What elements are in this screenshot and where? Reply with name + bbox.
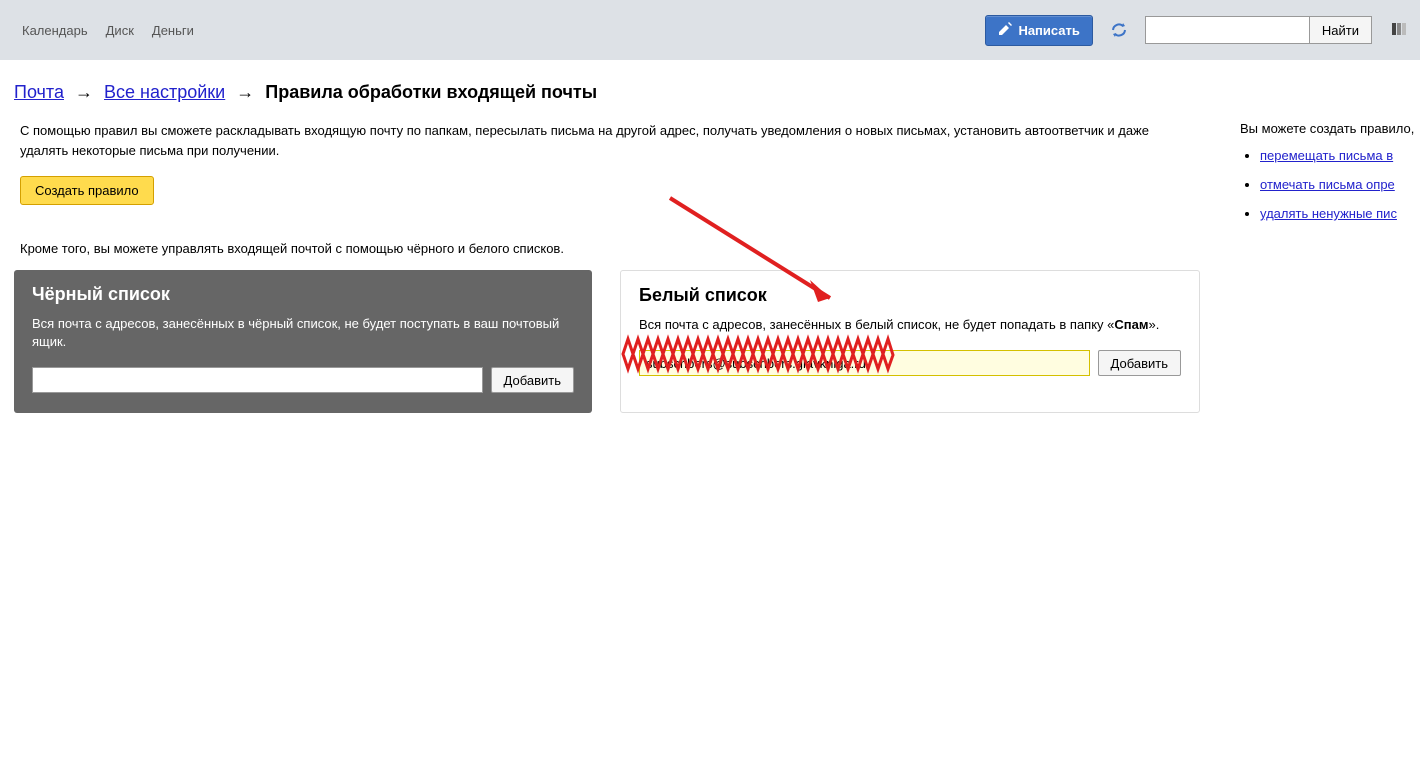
create-rule-button[interactable]: Создать правило [20, 176, 154, 205]
top-bar: Календарь Диск Деньги Написать Найти [0, 0, 1420, 60]
whitelist-input[interactable] [639, 350, 1090, 376]
breadcrumb: Почта → Все настройки → Правила обработк… [14, 82, 1420, 103]
blacklist-panel: Чёрный список Вся почта с адресов, занес… [14, 270, 592, 413]
refresh-button[interactable] [1105, 16, 1133, 44]
compose-button[interactable]: Написать [985, 15, 1092, 46]
refresh-icon [1110, 21, 1128, 39]
nav-money[interactable]: Деньги [152, 23, 194, 38]
sidebar-link-mark[interactable]: отмечать письма опре [1260, 177, 1395, 192]
search-button[interactable]: Найти [1310, 16, 1372, 44]
nav-calendar[interactable]: Календарь [22, 23, 88, 38]
arrow-icon: → [236, 82, 254, 102]
lists-intro: Кроме того, вы можете управлять входящей… [20, 241, 1200, 256]
breadcrumb-settings[interactable]: Все настройки [104, 82, 225, 102]
layers-icon[interactable] [1390, 20, 1410, 40]
blacklist-input[interactable] [32, 367, 483, 393]
search-box: Найти [1145, 16, 1372, 44]
top-nav: Календарь Диск Деньги [10, 23, 194, 38]
compose-icon [998, 22, 1012, 39]
compose-label: Написать [1018, 23, 1079, 38]
breadcrumb-current: Правила обработки входящей почты [265, 82, 597, 102]
search-input[interactable] [1145, 16, 1310, 44]
sidebar-tips: Вы можете создать правило, перемещать пи… [1240, 121, 1420, 413]
nav-disk[interactable]: Диск [106, 23, 134, 38]
breadcrumb-mail[interactable]: Почта [14, 82, 64, 102]
intro-text: С помощью правил вы сможете раскладывать… [14, 121, 1200, 160]
blacklist-desc: Вся почта с адресов, занесённых в чёрный… [32, 315, 574, 351]
sidebar-title: Вы можете создать правило, [1240, 121, 1420, 136]
blacklist-title: Чёрный список [32, 284, 574, 305]
blacklist-add-button[interactable]: Добавить [491, 367, 574, 393]
whitelist-panel: Белый список Вся почта с адресов, занесё… [620, 270, 1200, 413]
sidebar-link-move[interactable]: перемещать письма в [1260, 148, 1393, 163]
arrow-icon: → [75, 82, 93, 102]
whitelist-add-button[interactable]: Добавить [1098, 350, 1181, 376]
whitelist-desc: Вся почта с адресов, занесённых в белый … [639, 316, 1181, 334]
sidebar-link-delete[interactable]: удалять ненужные пис [1260, 206, 1397, 221]
whitelist-title: Белый список [639, 285, 1181, 306]
